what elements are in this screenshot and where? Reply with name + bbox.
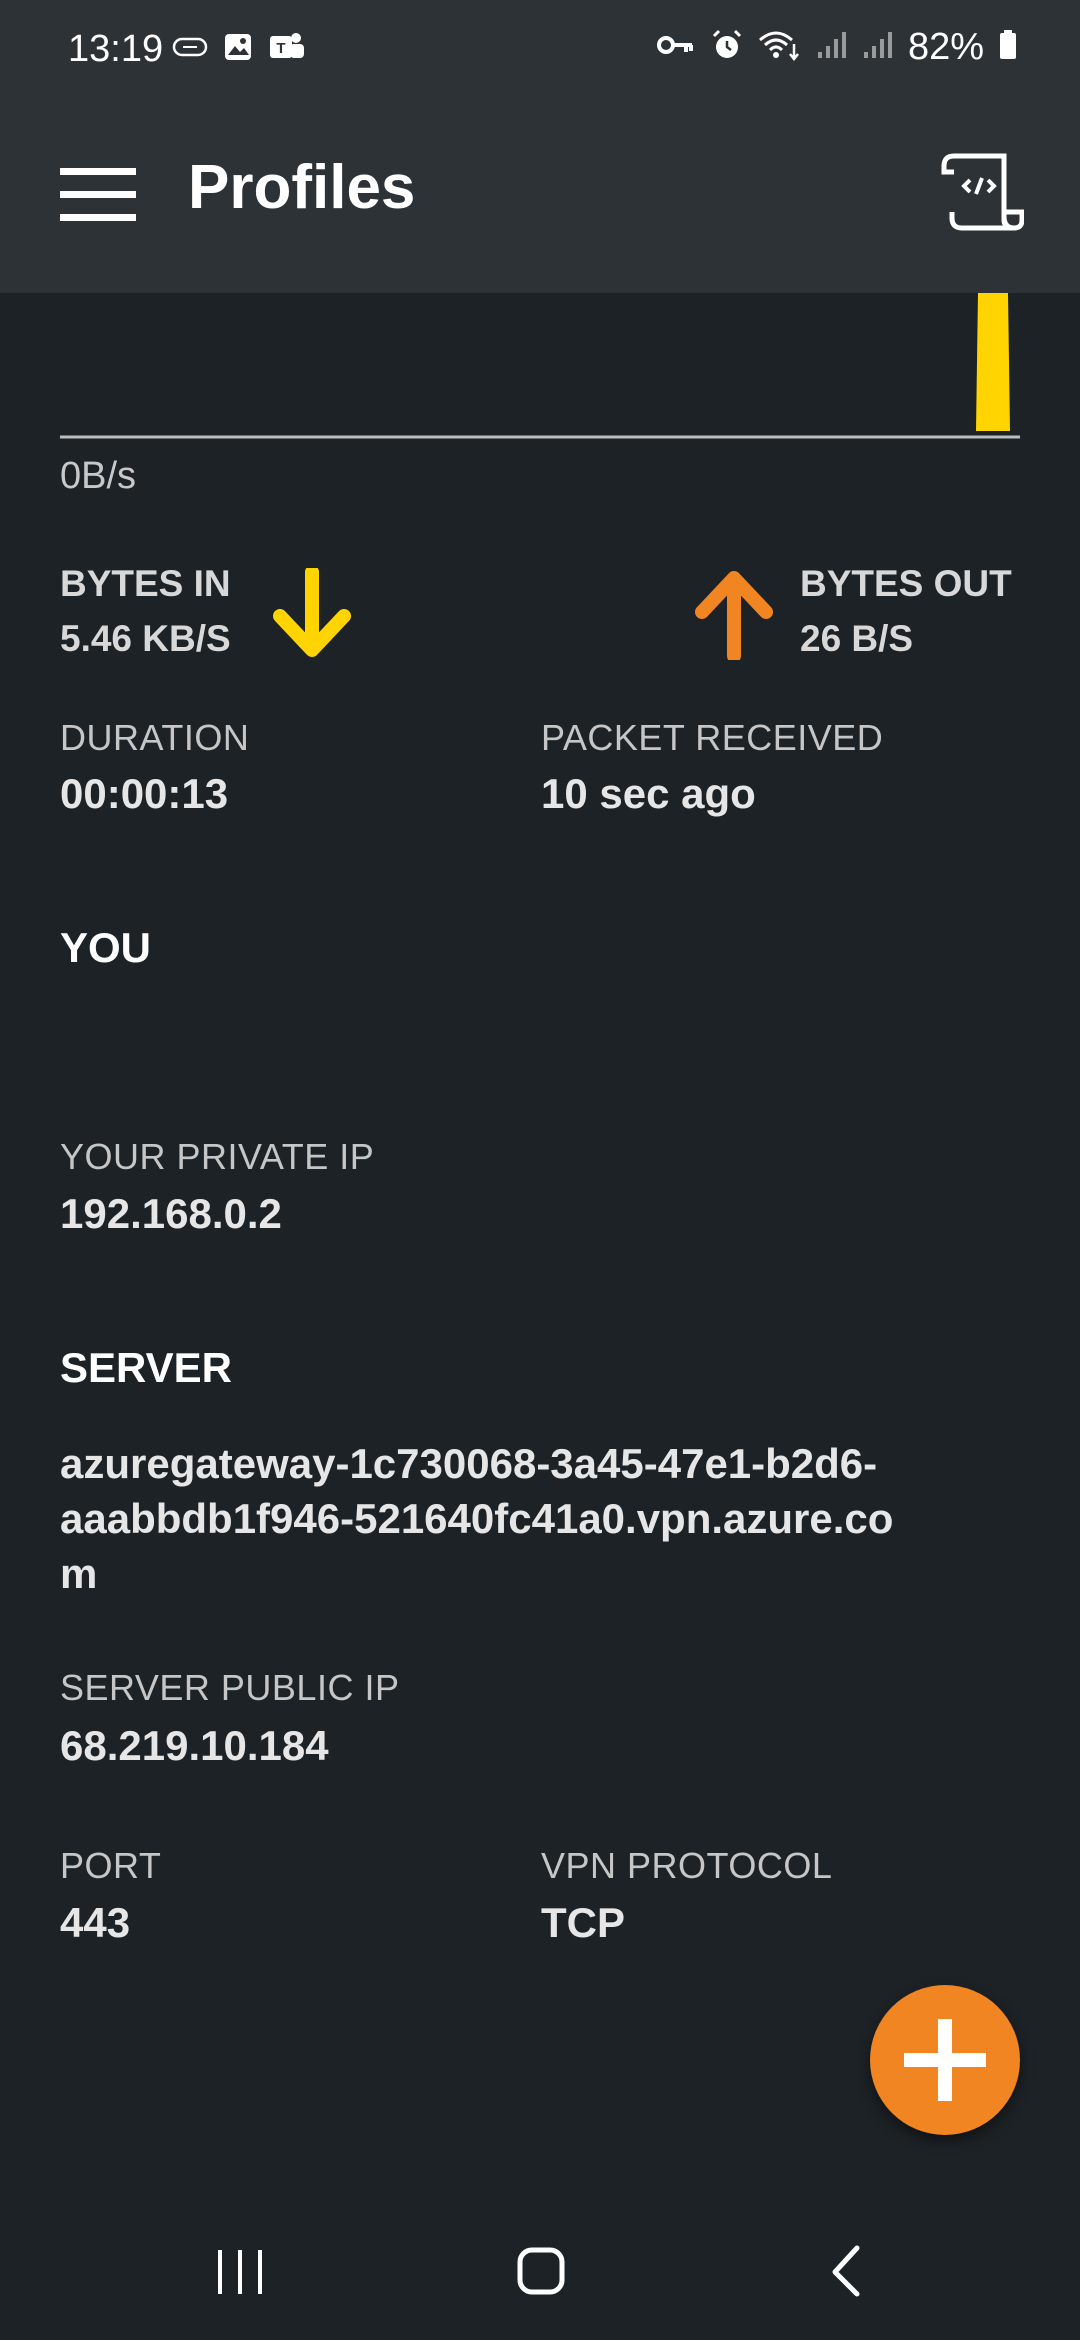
bytes-in-spike [976, 293, 1010, 431]
battery-icon [998, 29, 1018, 66]
private-ip-value: 192.168.0.2 [60, 1190, 282, 1237]
arrow-down-icon [272, 565, 352, 665]
bytes-in-label: BYTES IN [60, 563, 231, 604]
port-label: PORT [60, 1845, 162, 1886]
system-nav-bar [0, 2200, 1080, 2340]
status-right: 82% [656, 26, 1018, 69]
graph-axis-label: 0B/s [60, 455, 137, 497]
signal-icon [862, 30, 894, 65]
recent-apps-icon[interactable] [200, 2230, 280, 2310]
bytes-out-label: BYTES OUT [800, 563, 1012, 604]
server-section-title: SERVER [60, 1344, 232, 1391]
battery-percentage: 82% [907, 26, 984, 68]
tag-icon [172, 34, 208, 65]
svg-text:T: T [276, 40, 285, 57]
status-bar: 13:19 T 82% [0, 0, 1080, 100]
gallery-icon [222, 31, 254, 68]
packet-received-label: PACKET RECEIVED [541, 717, 884, 758]
wifi-icon [758, 28, 802, 67]
duration-value: 00:00:13 [60, 770, 229, 817]
plus-icon [904, 2019, 986, 2101]
port-value: 443 [60, 1899, 131, 1946]
home-icon[interactable] [500, 2230, 580, 2310]
signal-icon [816, 30, 848, 65]
vpn-protocol-value: TCP [541, 1899, 625, 1946]
status-time: 13:19 [68, 28, 164, 70]
server-public-ip-value: 68.219.10.184 [60, 1722, 329, 1769]
teams-icon: T [268, 30, 308, 69]
back-icon[interactable] [805, 2230, 885, 2310]
server-hostname-line: azuregateway-1c730068-3a45-47e1-b2d6- [60, 1440, 878, 1487]
alarm-icon [710, 28, 744, 67]
app-bar: Profiles [0, 100, 1080, 293]
add-profile-button[interactable] [870, 1985, 1020, 2135]
vpn-key-icon [656, 30, 696, 65]
duration-label: DURATION [60, 717, 250, 758]
bytes-in-value: 5.46 KB/S [60, 618, 231, 659]
status-left-icons: T [172, 30, 308, 69]
vpn-protocol-label: VPN PROTOCOL [541, 1845, 833, 1886]
hamburger-menu-icon[interactable] [58, 160, 138, 230]
log-scroll-icon[interactable] [940, 150, 1025, 234]
server-hostname-line: aaabbdb1f946-521640fc41a0.vpn.azure.co [60, 1495, 894, 1542]
page-title: Profiles [188, 153, 416, 222]
server-hostname: azuregateway-1c730068-3a45-47e1-b2d6- aa… [60, 1436, 1020, 1601]
arrow-up-icon [694, 568, 774, 665]
traffic-graph [60, 293, 1020, 439]
server-public-ip-label: SERVER PUBLIC IP [60, 1667, 400, 1708]
packet-received-value: 10 sec ago [541, 770, 756, 817]
bytes-out-value: 26 B/S [800, 618, 914, 659]
server-hostname-line: m [60, 1550, 98, 1597]
private-ip-label: YOUR PRIVATE IP [60, 1136, 375, 1177]
you-section-title: YOU [60, 924, 152, 971]
